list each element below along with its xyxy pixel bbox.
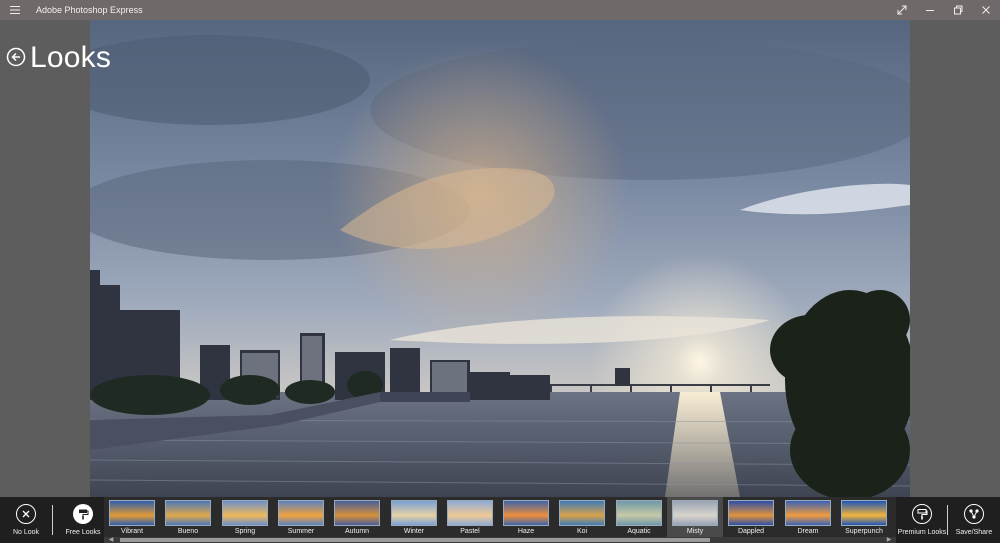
no-look-label: No Look (12, 529, 40, 536)
share-icon (964, 504, 984, 524)
fullscreen-icon[interactable] (888, 0, 916, 20)
look-label: Autumn (344, 528, 370, 535)
look-vibrant[interactable]: Vibrant (104, 497, 160, 537)
look-dream[interactable]: Dream (780, 497, 836, 537)
close-circle-icon (16, 504, 36, 524)
look-label: Winter (403, 528, 425, 535)
look-label: Haze (517, 528, 535, 535)
paint-roller-icon (912, 504, 932, 524)
look-label: Misty (686, 528, 704, 535)
look-thumbnail (334, 500, 380, 526)
free-looks-button[interactable]: Free Looks (62, 497, 104, 543)
look-dappled[interactable]: Dappled (723, 497, 779, 537)
look-label: Spring (234, 528, 256, 535)
right-panel (910, 20, 1000, 497)
paint-roller-icon (73, 504, 93, 524)
look-spring[interactable]: Spring (217, 497, 273, 537)
minimize-icon[interactable] (916, 0, 944, 20)
look-thumbnail (165, 500, 211, 526)
photo-canvas[interactable] (90, 20, 910, 497)
look-thumbnail (785, 500, 831, 526)
scroll-left-icon[interactable]: ◀ (106, 537, 116, 543)
premium-looks-label: Premium Looks (897, 529, 947, 536)
page-title: Looks (30, 41, 112, 74)
look-label: Koi (576, 528, 588, 535)
scroll-right-icon[interactable]: ▶ (884, 537, 894, 543)
look-label: Aquatic (627, 528, 651, 535)
look-thumbnail (616, 500, 662, 526)
free-looks-label: Free Looks (65, 529, 101, 536)
restore-icon[interactable] (944, 0, 972, 20)
look-thumbnail (672, 500, 718, 526)
close-icon[interactable] (972, 0, 1000, 20)
back-arrow-icon[interactable] (6, 47, 26, 67)
look-label: Superpunch (845, 528, 883, 535)
look-aquatic[interactable]: Aquatic (611, 497, 667, 537)
look-winter[interactable]: Winter (386, 497, 442, 537)
title-bar: Adobe Photoshop Express (0, 0, 1000, 20)
app-title: Adobe Photoshop Express (36, 5, 143, 15)
premium-looks-button[interactable]: Premium Looks (896, 497, 948, 543)
looks-scrollbar[interactable]: ◀ ▶ (104, 537, 896, 543)
left-panel (0, 20, 90, 497)
save-share-button[interactable]: Save/Share (954, 497, 994, 543)
divider (947, 505, 948, 535)
look-misty[interactable]: Misty (667, 497, 723, 537)
look-thumbnail (841, 500, 887, 526)
look-label: Dappled (737, 528, 765, 535)
bottom-toolbar: No Look Free Looks Vibrant Bueno Spring Sum… (0, 497, 1000, 543)
look-thumbnail (503, 500, 549, 526)
look-thumbnail (559, 500, 605, 526)
look-haze[interactable]: Haze (498, 497, 554, 537)
hamburger-icon[interactable] (0, 0, 30, 20)
save-share-label: Save/Share (955, 529, 993, 536)
divider (52, 505, 53, 535)
look-label: Dream (797, 528, 819, 535)
no-look-button[interactable]: No Look (8, 497, 44, 543)
look-bueno[interactable]: Bueno (160, 497, 216, 537)
look-label: Bueno (177, 528, 199, 535)
look-superpunch[interactable]: Superpunch (836, 497, 892, 537)
look-label: Summer (287, 528, 315, 535)
look-summer[interactable]: Summer (273, 497, 329, 537)
look-thumbnail (222, 500, 268, 526)
look-koi[interactable]: Koi (554, 497, 610, 537)
look-label: Vibrant (120, 528, 144, 535)
look-label: Pastel (460, 528, 480, 535)
scrollbar-thumb[interactable] (120, 538, 710, 542)
look-thumbnail (728, 500, 774, 526)
look-pastel[interactable]: Pastel (442, 497, 498, 537)
look-autumn[interactable]: Autumn (329, 497, 385, 537)
look-thumbnail (109, 500, 155, 526)
look-thumbnail (391, 500, 437, 526)
look-thumbnail (278, 500, 324, 526)
look-thumbnail (447, 500, 493, 526)
